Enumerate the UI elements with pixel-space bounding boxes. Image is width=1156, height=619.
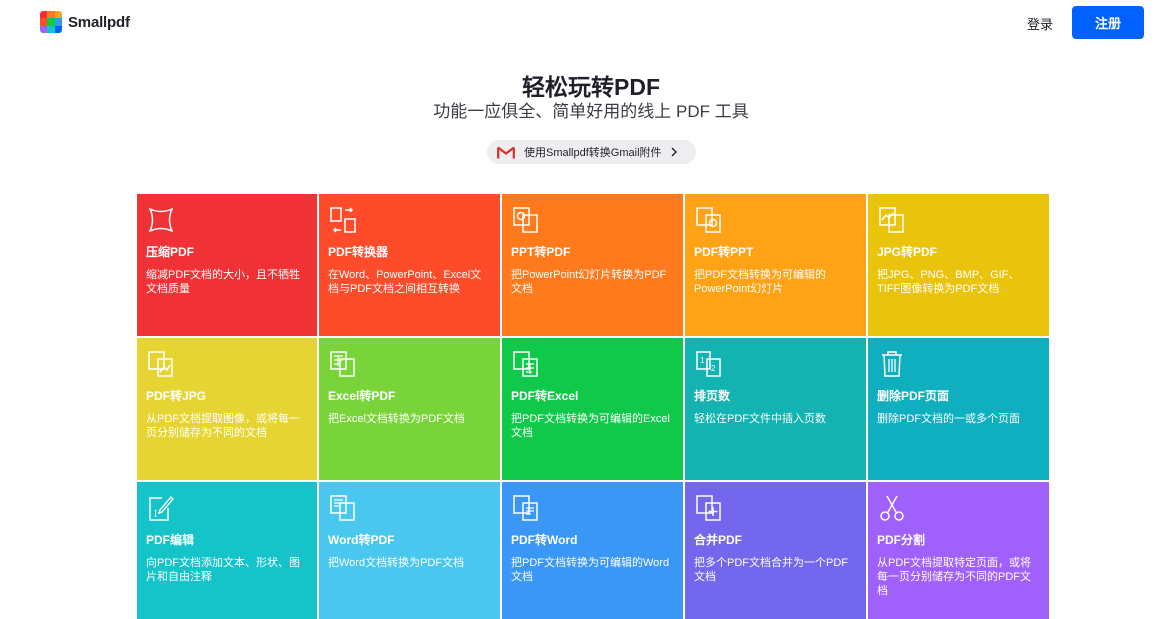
login-link[interactable]: 登录 bbox=[1027, 14, 1053, 33]
compress-icon bbox=[148, 207, 174, 233]
tool-title: Word转PDF bbox=[328, 533, 395, 547]
svg-text:1: 1 bbox=[700, 356, 705, 365]
tool-description: 把Excel文档转换为PDF文档 bbox=[328, 413, 465, 425]
gmail-icon bbox=[497, 146, 515, 158]
tool-title: PDF转JPG bbox=[146, 389, 207, 403]
word-to-pdf-icon bbox=[330, 495, 355, 521]
pdf-to-excel-icon bbox=[513, 351, 538, 377]
svg-text:I: I bbox=[154, 509, 157, 520]
tool-title: PDF转换器 bbox=[328, 245, 389, 259]
tool-title: 删除PDF页面 bbox=[877, 389, 950, 403]
tool-title: 压缩PDF bbox=[146, 245, 195, 259]
tool-description: 向PDF文档添加文本、形状、图片和自由注释 bbox=[146, 557, 300, 583]
smallpdf-logo[interactable]: Smallpdf bbox=[40, 11, 130, 33]
page-subtitle: 功能一应俱全、简单好用的线上 PDF 工具 bbox=[433, 102, 749, 121]
tool-title: PDF转PPT bbox=[694, 245, 754, 259]
tool-card-pdf-to-excel[interactable]: PDF转Excel 把PDF文档转换为可编辑的Excel文档 bbox=[502, 338, 683, 480]
jpg-to-pdf-icon bbox=[879, 207, 904, 233]
tool-card-jpg-to-pdf[interactable]: JPG转PDF 把JPG、PNG、BMP、GIF、TIFF图像转换为PDF文档 bbox=[868, 194, 1049, 336]
tool-title: 合并PDF bbox=[694, 533, 743, 547]
chevron-right-icon bbox=[671, 147, 677, 157]
tool-card-compress[interactable]: 压缩PDF 缩减PDF文档的大小，且不牺牲文档质量 bbox=[137, 194, 317, 336]
tool-card-split-pdf[interactable]: PDF分割 从PDF文档提取特定页面，或将每一页分别储存为不同的PDF文档 bbox=[868, 482, 1049, 619]
pdf-to-jpg-icon bbox=[148, 351, 173, 377]
tool-card-word-to-pdf[interactable]: Word转PDF 把Word文档转换为PDF文档 bbox=[319, 482, 500, 619]
tool-description: 缩减PDF文档的大小，且不牺牲文档质量 bbox=[146, 269, 300, 295]
smallpdf-logo-icon bbox=[40, 11, 62, 33]
tool-description: 把多个PDF文档合并为一个PDF文档 bbox=[694, 557, 848, 583]
tool-description: 把PDF文档转换为可编辑的Word文档 bbox=[511, 557, 670, 583]
merge-icon bbox=[696, 495, 721, 521]
tool-description: 删除PDF文档的一或多个页面 bbox=[877, 413, 1020, 425]
tool-card-page-numbers[interactable]: 1 2 排页数 轻松在PDF文件中插入页数 bbox=[685, 338, 866, 480]
ppt-to-pdf-icon bbox=[513, 207, 538, 233]
tool-card-pdf-converter[interactable]: PDF转换器 在Word、PowerPoint、Excel文档与PDF文档之间相… bbox=[319, 194, 500, 336]
tool-description: 把PowerPoint幻灯片转换为PDF文档 bbox=[511, 269, 667, 295]
excel-to-pdf-icon bbox=[330, 351, 355, 377]
edit-icon: I bbox=[149, 495, 174, 521]
tool-title: PDF转Word bbox=[511, 533, 578, 547]
tool-description: 在Word、PowerPoint、Excel文档与PDF文档之间相互转换 bbox=[328, 269, 482, 295]
signup-button[interactable]: 注册 bbox=[1072, 6, 1144, 39]
page-numbers-icon: 1 2 bbox=[696, 351, 721, 377]
tools-grid: 压缩PDF 缩减PDF文档的大小，且不牺牲文档质量 PDF转换器 在Word、P… bbox=[137, 194, 1049, 619]
tool-card-ppt-to-pdf[interactable]: PPT转PDF 把PowerPoint幻灯片转换为PDF文档 bbox=[502, 194, 683, 336]
tool-description: 从PDF文档提取特定页面，或将每一页分别储存为不同的PDF文档 bbox=[877, 557, 1031, 597]
tool-card-delete-pages[interactable]: 删除PDF页面 删除PDF文档的一或多个页面 bbox=[868, 338, 1049, 480]
pdf-to-word-icon bbox=[513, 495, 538, 521]
logo-text: Smallpdf bbox=[68, 13, 130, 31]
gmail-promo-label: 使用Smallpdf转换Gmail附件 bbox=[524, 147, 662, 159]
tool-description: 把PDF文档转换为可编辑的PowerPoint幻灯片 bbox=[694, 269, 826, 295]
tool-card-pdf-to-jpg[interactable]: PDF转JPG 从PDF文档提取图像，或将每一页分别储存为不同的文档 bbox=[137, 338, 317, 480]
tool-title: PDF编辑 bbox=[146, 533, 195, 547]
trash-icon bbox=[882, 351, 902, 377]
tool-card-pdf-to-ppt[interactable]: PDF转PPT 把PDF文档转换为可编辑的PowerPoint幻灯片 bbox=[685, 194, 866, 336]
scissors-icon bbox=[880, 495, 904, 521]
tool-title: Excel转PDF bbox=[328, 389, 396, 403]
tool-description: 从PDF文档提取图像，或将每一页分别储存为不同的文档 bbox=[146, 413, 300, 439]
tool-card-pdf-to-word[interactable]: PDF转Word 把PDF文档转换为可编辑的Word文档 bbox=[502, 482, 683, 619]
tool-card-merge-pdf[interactable]: 合并PDF 把多个PDF文档合并为一个PDF文档 bbox=[685, 482, 866, 619]
tool-description: 轻松在PDF文件中插入页数 bbox=[694, 413, 826, 425]
tool-title: 排页数 bbox=[694, 389, 731, 403]
tool-title: PDF分割 bbox=[877, 533, 926, 547]
tool-title: PDF转Excel bbox=[511, 389, 579, 403]
tool-description: 把PDF文档转换为可编辑的Excel文档 bbox=[511, 413, 670, 439]
tool-description: 把JPG、PNG、BMP、GIF、TIFF图像转换为PDF文档 bbox=[877, 269, 1020, 295]
tool-card-edit-pdf[interactable]: I PDF编辑 向PDF文档添加文本、形状、图片和自由注释 bbox=[137, 482, 317, 619]
header: Smallpdf 登录 注册 bbox=[0, 0, 1156, 44]
tool-description: 把Word文档转换为PDF文档 bbox=[328, 557, 465, 569]
tool-card-excel-to-pdf[interactable]: Excel转PDF 把Excel文档转换为PDF文档 bbox=[319, 338, 500, 480]
tool-title: JPG转PDF bbox=[877, 245, 938, 259]
tool-title: PPT转PDF bbox=[511, 245, 571, 259]
svg-text:2: 2 bbox=[711, 364, 716, 373]
convert-icon bbox=[330, 207, 356, 233]
pdf-to-ppt-icon bbox=[696, 207, 721, 233]
gmail-promo-button[interactable]: 使用Smallpdf转换Gmail附件 bbox=[487, 140, 696, 164]
